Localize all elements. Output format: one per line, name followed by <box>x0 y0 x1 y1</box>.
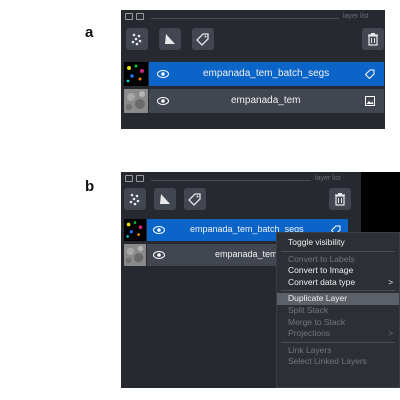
layer-context-menu: Toggle visibility Convert to Labels Conv… <box>276 232 400 388</box>
layer-name[interactable]: empanada_tem <box>231 95 301 106</box>
close-dock-icon[interactable] <box>136 175 144 182</box>
menu-item-label: Convert data type <box>288 276 356 287</box>
image-icon <box>365 96 375 106</box>
visibility-eye-icon[interactable] <box>157 96 169 106</box>
layer-thumbnail-tem <box>124 89 148 113</box>
visibility-eye-icon[interactable] <box>153 225 165 235</box>
layer-row-tem[interactable]: empanada_tem <box>149 89 384 113</box>
menu-separator <box>281 290 395 292</box>
label-tag-icon <box>365 69 375 79</box>
layer-row-segs[interactable]: empanada_tem_batch_segs <box>149 62 384 86</box>
menu-item-merge-to-stack: Merge to Stack <box>288 316 346 327</box>
visibility-eye-icon[interactable] <box>157 69 169 79</box>
shapes-icon <box>165 34 175 44</box>
panel-title: layer list <box>343 13 369 20</box>
menu-item-convert-data-type[interactable]: Convert data type > <box>277 277 399 289</box>
header-divider <box>151 180 311 181</box>
new-points-layer-button[interactable] <box>124 188 146 210</box>
panel-title: layer list <box>315 175 341 182</box>
layer-name[interactable]: empanada_tem_batch_segs <box>203 68 329 79</box>
layer-thumbnail-segs <box>124 62 148 86</box>
layer-name[interactable]: empanada_tem <box>215 249 278 259</box>
menu-item-convert-to-image[interactable]: Convert to Image <box>277 265 399 277</box>
layer-thumbnail-segs <box>124 219 146 241</box>
menu-item-convert-to-labels: Convert to Labels <box>288 253 355 264</box>
new-labels-layer-button[interactable] <box>184 188 206 210</box>
panel-header-controls <box>125 13 144 20</box>
panel-header-controls <box>125 175 144 182</box>
header-divider <box>151 18 339 19</box>
close-dock-icon[interactable] <box>136 13 144 20</box>
submenu-arrow-icon: > <box>388 329 393 339</box>
trash-icon <box>368 33 378 46</box>
new-shapes-layer-button[interactable] <box>154 188 176 210</box>
menu-item-projections: Projections > <box>277 328 399 340</box>
trash-icon <box>335 193 345 206</box>
shapes-icon <box>160 194 170 204</box>
labels-icon <box>196 33 209 46</box>
menu-item-select-linked-layers: Select Linked Layers <box>288 356 367 367</box>
float-icon[interactable] <box>125 13 133 20</box>
canvas-edge <box>361 172 400 232</box>
labels-icon <box>188 193 201 206</box>
float-icon[interactable] <box>125 175 133 182</box>
menu-item-duplicate-layer[interactable]: Duplicate Layer <box>277 293 399 305</box>
visibility-eye-icon[interactable] <box>153 250 165 260</box>
menu-separator <box>281 250 395 252</box>
points-icon <box>129 193 140 206</box>
layer-list-panel-a: layer list empanada_tem_batch_segs empan… <box>121 10 385 129</box>
delete-layer-button[interactable] <box>329 188 351 210</box>
menu-separator <box>281 341 395 343</box>
menu-item-split-stack: Split Stack <box>288 304 329 315</box>
layer-thumbnail-tem <box>124 244 146 266</box>
new-labels-layer-button[interactable] <box>192 28 214 50</box>
delete-layer-button[interactable] <box>362 28 384 50</box>
figure-label-b: b <box>85 178 95 195</box>
points-icon <box>131 33 142 46</box>
menu-item-link-layers: Link Layers <box>288 344 332 355</box>
submenu-arrow-icon: > <box>388 277 393 287</box>
menu-item-label: Projections <box>288 328 331 339</box>
new-shapes-layer-button[interactable] <box>159 28 181 50</box>
new-points-layer-button[interactable] <box>126 28 148 50</box>
menu-item-toggle-visibility[interactable]: Toggle visibility <box>277 237 399 249</box>
figure-label-a: a <box>85 24 94 41</box>
